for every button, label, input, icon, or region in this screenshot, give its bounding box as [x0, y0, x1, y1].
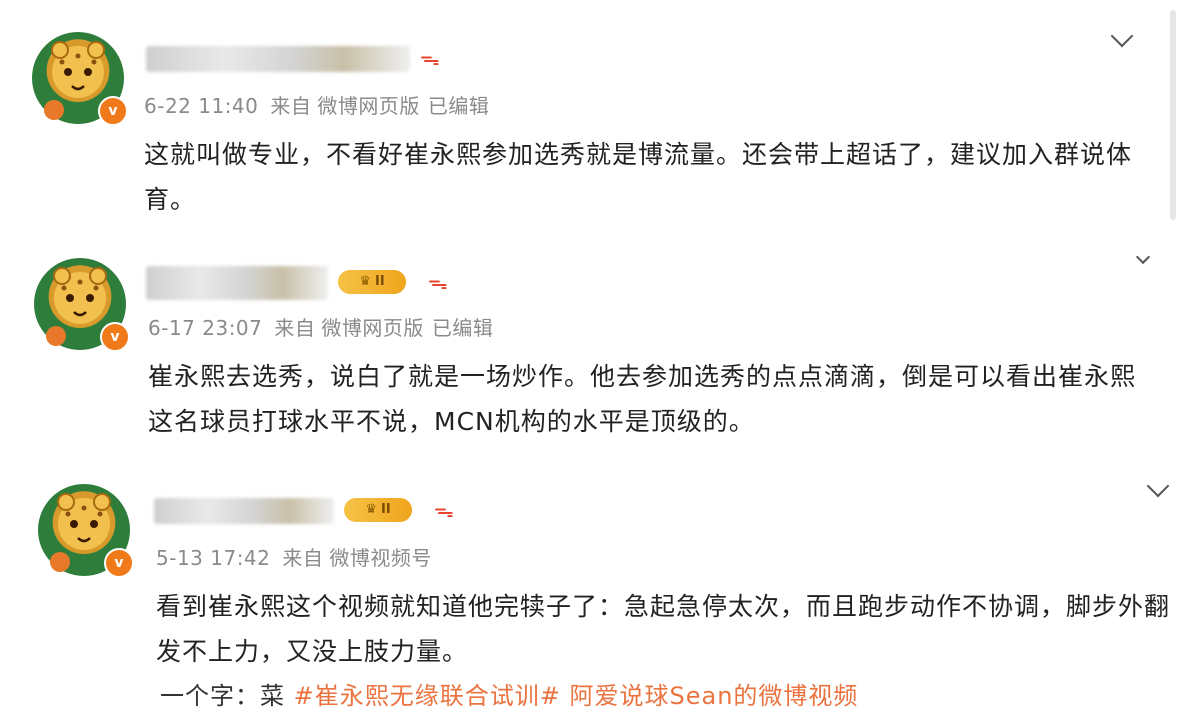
avatar[interactable]: v	[32, 32, 128, 126]
post-content: 看到崔永熙这个视频就知道他完犊子了：急起急停太次，而且跑步动作不协调，脚步外翻发…	[156, 592, 1171, 666]
member-badge: ♛ II	[338, 270, 406, 294]
post-source-link[interactable]: 微博视频号	[329, 546, 432, 570]
post-meta: 5-13 17:42 来自 微博视频号	[156, 542, 444, 571]
chevron-down-icon[interactable]	[1146, 474, 1170, 498]
post-date: 5-13 17:42	[156, 546, 271, 570]
post-source-link[interactable]: 微博网页版	[321, 316, 424, 340]
username-redacted[interactable]	[146, 46, 410, 72]
post-meta: 6-17 23:07 来自 微博网页版 已编辑	[148, 312, 505, 341]
member-level: II	[380, 502, 391, 517]
post-date: 6-17 23:07	[148, 316, 263, 340]
username-redacted[interactable]	[154, 498, 334, 524]
post-date: 6-22 11:40	[144, 94, 259, 118]
crown-icon: ♛	[359, 274, 371, 289]
avatar[interactable]: v	[38, 484, 134, 578]
post-source-link[interactable]: 微博网页版	[317, 94, 420, 118]
post-meta: 6-22 11:40 来自 微博网页版 已编辑	[144, 90, 501, 119]
crown-icon: ♛	[365, 502, 377, 517]
post-from: 来自	[270, 94, 312, 118]
fire-icon: ᯓ	[434, 498, 454, 522]
post-content: 这就叫做专业，不看好崔永熙参加选秀就是博流量。还会带上超话了，建议加入群说体育。	[144, 140, 1133, 214]
member-badge: ♛ II	[344, 498, 412, 522]
verified-badge-icon: v	[104, 548, 134, 578]
username-redacted[interactable]	[146, 266, 328, 300]
verified-badge-icon: v	[98, 96, 128, 126]
chevron-down-icon[interactable]	[1110, 24, 1134, 48]
post-content-partial: 一个字：菜 #崔永熙无缘联合试训# 阿爱说球Sean的微博视频	[160, 676, 858, 711]
fire-icon: ᯓ	[428, 270, 448, 294]
post-from: 来自	[274, 316, 316, 340]
topic-link[interactable]: #崔永熙无缘联合试训#	[294, 682, 561, 710]
partial-prefix: 一个字：菜	[160, 682, 285, 710]
verified-badge-icon: v	[100, 322, 130, 352]
edited-label: 已编辑	[431, 316, 494, 340]
fire-icon: ᯓ	[420, 46, 440, 70]
post-content: 崔永熙去选秀，说白了就是一场炒作。他去参加选秀的点点滴滴，倒是可以看出崔永熙这名…	[148, 362, 1137, 436]
member-level: II	[374, 274, 385, 289]
scrollbar[interactable]	[1170, 10, 1176, 220]
chevron-down-icon[interactable]	[1135, 249, 1151, 265]
video-link[interactable]: 阿爱说球Sean的微博视频	[570, 682, 859, 710]
edited-label: 已编辑	[427, 94, 490, 118]
avatar[interactable]: v	[34, 258, 130, 352]
post-from: 来自	[282, 546, 324, 570]
